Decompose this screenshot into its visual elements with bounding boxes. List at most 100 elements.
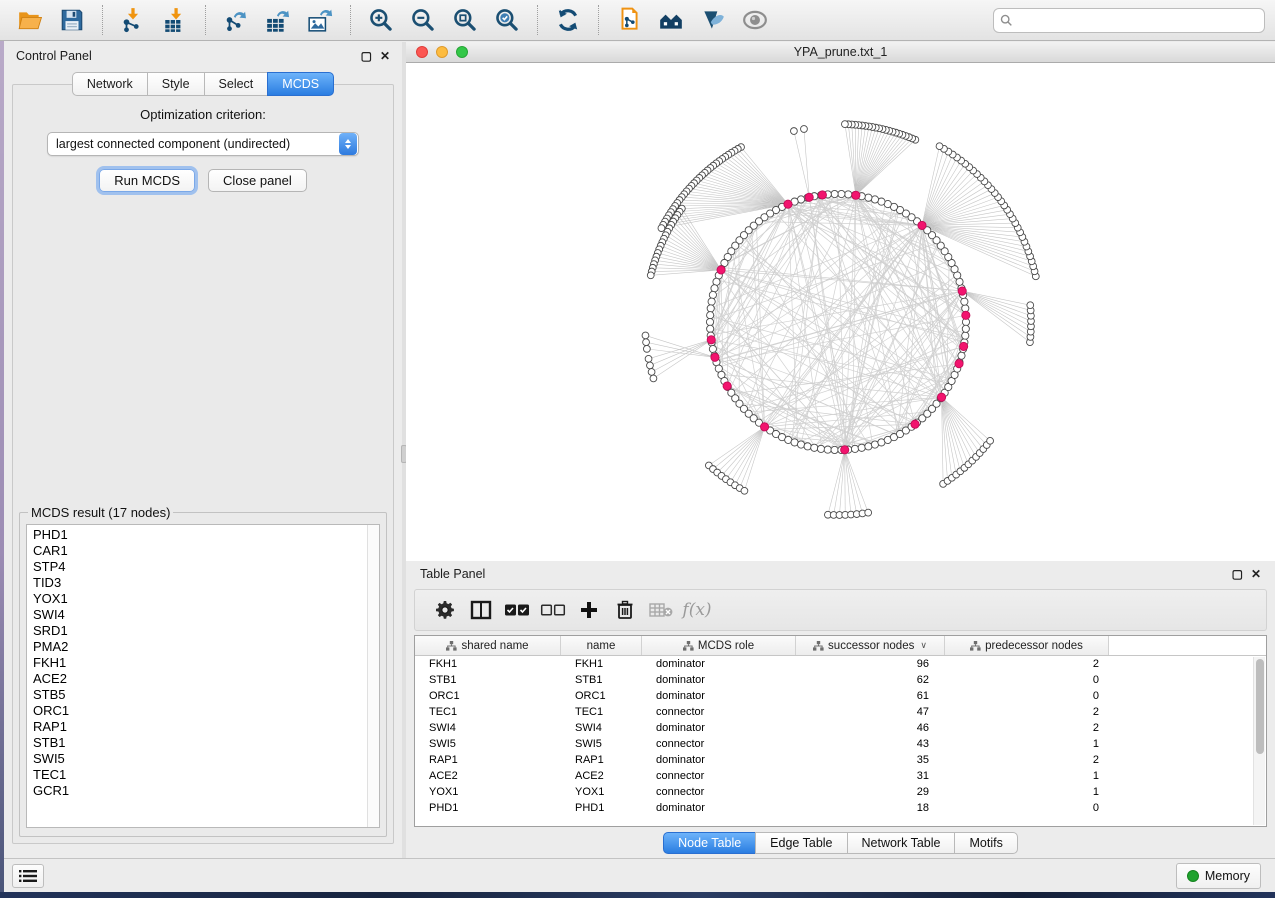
close-table-panel-icon[interactable]: ✕ (1251, 568, 1261, 580)
mcds-result-item[interactable]: SWI5 (33, 751, 379, 767)
cell-role[interactable]: connector (642, 784, 796, 800)
mcds-result-item[interactable]: STB1 (33, 735, 379, 751)
column-header-successor-nodes[interactable]: successor nodes ∨ (796, 636, 945, 655)
cell-name[interactable]: PHD1 (561, 800, 642, 816)
export-network-icon[interactable] (216, 3, 256, 37)
memory-button[interactable]: Memory (1176, 863, 1261, 889)
tab-select[interactable]: Select (204, 72, 268, 96)
cell-successors[interactable]: 61 (796, 688, 945, 704)
cell-shared-name[interactable]: STB1 (415, 672, 561, 688)
cell-predecessors[interactable]: 2 (945, 752, 1109, 768)
graph-nodes[interactable] (642, 121, 1039, 519)
table-row[interactable]: YOX1YOX1connector291 (415, 784, 1266, 800)
table-row[interactable]: FKH1FKH1dominator962 (415, 656, 1266, 672)
column-settings-icon[interactable] (429, 594, 461, 626)
tab-style[interactable]: Style (147, 72, 204, 96)
table-row[interactable]: ORC1ORC1dominator610 (415, 688, 1266, 704)
tab-edge-table[interactable]: Edge Table (755, 832, 846, 854)
import-network-icon[interactable] (113, 3, 153, 37)
show-graphics-details-icon[interactable] (735, 3, 775, 37)
table-scrollbar[interactable] (1253, 657, 1265, 825)
cell-predecessors[interactable]: 2 (945, 656, 1109, 672)
cell-predecessors[interactable]: 0 (945, 800, 1109, 816)
cell-role[interactable]: dominator (642, 752, 796, 768)
table-row[interactable]: ACE2ACE2connector311 (415, 768, 1266, 784)
select-all-columns-icon[interactable] (501, 594, 533, 626)
cell-role[interactable]: dominator (642, 688, 796, 704)
cell-shared-name[interactable]: SWI5 (415, 736, 561, 752)
new-network-from-selection-icon[interactable] (609, 3, 649, 37)
scrollbar-thumb[interactable] (1256, 659, 1264, 754)
cell-shared-name[interactable]: ACE2 (415, 768, 561, 784)
cell-predecessors[interactable]: 2 (945, 720, 1109, 736)
column-header-name[interactable]: name (561, 636, 642, 655)
cell-role[interactable]: connector (642, 704, 796, 720)
cell-role[interactable]: dominator (642, 656, 796, 672)
export-table-icon[interactable] (258, 3, 298, 37)
zoom-fit-icon[interactable] (445, 3, 485, 37)
run-mcds-button[interactable]: Run MCDS (99, 169, 195, 192)
cell-role[interactable]: connector (642, 768, 796, 784)
cell-role[interactable]: dominator (642, 672, 796, 688)
split-view-icon[interactable] (465, 594, 497, 626)
show-panels-list-button[interactable] (12, 864, 44, 888)
float-table-panel-icon[interactable]: ▢ (1232, 568, 1243, 580)
unselect-all-columns-icon[interactable] (537, 594, 569, 626)
optimization-criterion-select[interactable]: largest connected component (undirected) (47, 132, 359, 156)
cell-name[interactable]: FKH1 (561, 656, 642, 672)
open-icon[interactable] (10, 3, 50, 37)
cell-shared-name[interactable]: PHD1 (415, 800, 561, 816)
search-input[interactable] (1017, 13, 1258, 27)
tab-network[interactable]: Network (72, 72, 147, 96)
cell-successors[interactable]: 35 (796, 752, 945, 768)
tab-node-table[interactable]: Node Table (663, 832, 755, 854)
cell-name[interactable]: ORC1 (561, 688, 642, 704)
cell-successors[interactable]: 47 (796, 704, 945, 720)
mcds-result-item[interactable]: ACE2 (33, 671, 379, 687)
mcds-result-item[interactable]: PHD1 (33, 527, 379, 543)
zoom-in-icon[interactable] (361, 3, 401, 37)
table-row[interactable]: SWI4SWI4dominator462 (415, 720, 1266, 736)
delete-column-icon[interactable] (609, 594, 641, 626)
save-icon[interactable] (52, 3, 92, 37)
column-header-shared-name[interactable]: shared name (415, 636, 561, 655)
table-body[interactable]: FKH1FKH1dominator962STB1STB1dominator620… (415, 656, 1266, 816)
mcds-result-item[interactable]: RAP1 (33, 719, 379, 735)
cell-name[interactable]: RAP1 (561, 752, 642, 768)
mcds-result-item[interactable]: YOX1 (33, 591, 379, 607)
cell-predecessors[interactable]: 1 (945, 768, 1109, 784)
cell-successors[interactable]: 18 (796, 800, 945, 816)
mcds-result-item[interactable]: SRD1 (33, 623, 379, 639)
table-row[interactable]: RAP1RAP1dominator352 (415, 752, 1266, 768)
mcds-result-list[interactable]: PHD1CAR1STP4TID3YOX1SWI4SRD1PMA2FKH1ACE2… (26, 524, 380, 828)
mcds-list-scrollbar[interactable] (367, 525, 379, 827)
cell-successors[interactable]: 29 (796, 784, 945, 800)
cell-role[interactable]: connector (642, 736, 796, 752)
mcds-result-item[interactable]: TID3 (33, 575, 379, 591)
mcds-result-item[interactable]: TEC1 (33, 767, 379, 783)
cell-successors[interactable]: 31 (796, 768, 945, 784)
table-row[interactable]: STB1STB1dominator620 (415, 672, 1266, 688)
tab-mcds[interactable]: MCDS (267, 72, 334, 96)
vizmapper-icon[interactable] (693, 3, 733, 37)
cell-successors[interactable]: 43 (796, 736, 945, 752)
cell-successors[interactable]: 46 (796, 720, 945, 736)
cell-predecessors[interactable]: 1 (945, 736, 1109, 752)
close-panel-icon[interactable]: ✕ (380, 50, 390, 62)
import-table-icon[interactable] (155, 3, 195, 37)
mcds-result-item[interactable]: FKH1 (33, 655, 379, 671)
network-window-titlebar[interactable]: YPA_prune.txt_1 (406, 42, 1275, 63)
mcds-result-item[interactable]: CAR1 (33, 543, 379, 559)
refresh-icon[interactable] (548, 3, 588, 37)
cell-predecessors[interactable]: 2 (945, 704, 1109, 720)
close-panel-button[interactable]: Close panel (208, 169, 307, 192)
cell-role[interactable]: dominator (642, 720, 796, 736)
export-image-icon[interactable] (300, 3, 340, 37)
mcds-result-item[interactable]: PMA2 (33, 639, 379, 655)
network-canvas[interactable] (406, 63, 1275, 561)
cell-name[interactable]: SWI4 (561, 720, 642, 736)
cell-shared-name[interactable]: SWI4 (415, 720, 561, 736)
table-row[interactable]: SWI5SWI5connector431 (415, 736, 1266, 752)
cell-shared-name[interactable]: ORC1 (415, 688, 561, 704)
cell-role[interactable]: dominator (642, 800, 796, 816)
